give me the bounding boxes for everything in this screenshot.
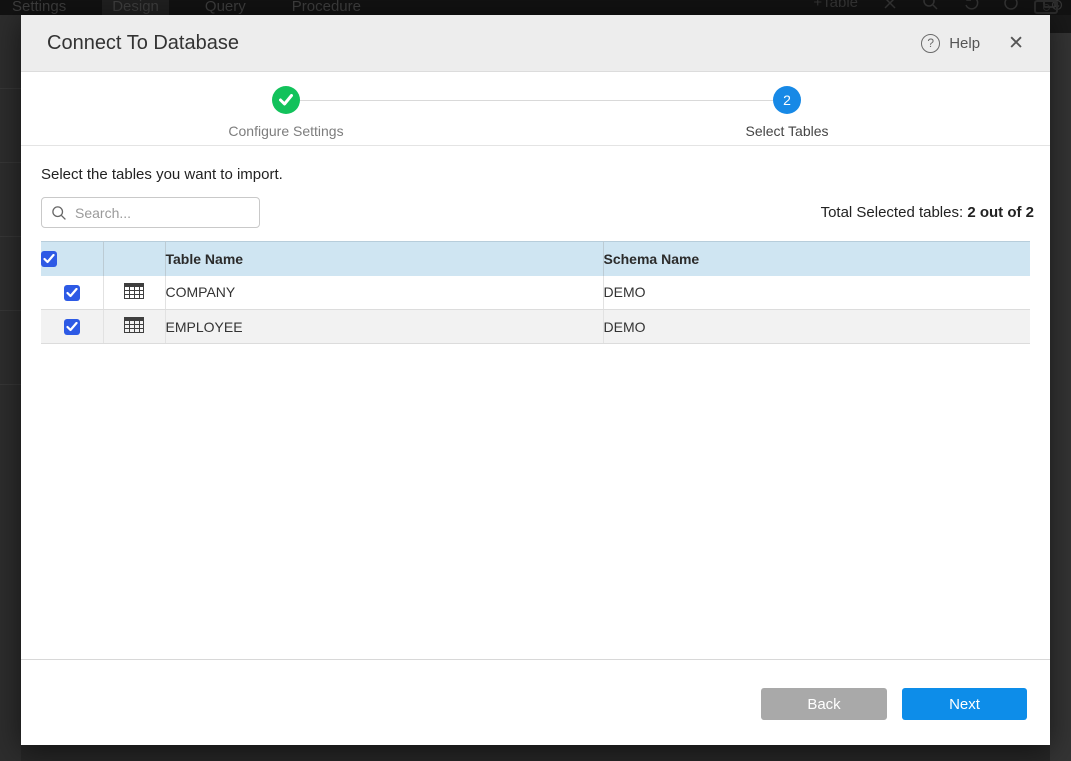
instruction-text: Select the tables you want to import. (41, 166, 283, 183)
table-row[interactable]: COMPANY DEMO (41, 276, 1030, 310)
step-configure-settings-label: Configure Settings (186, 123, 386, 139)
back-button[interactable]: Back (761, 688, 887, 720)
background-tabs: Settings Design Query Procedure (0, 0, 371, 15)
row-icon-cell (103, 310, 165, 344)
step-select-tables: 2 Select Tables (687, 86, 887, 139)
selection-summary-value: 2 out of 2 (967, 204, 1034, 221)
tab-procedure[interactable]: Procedure (282, 0, 371, 15)
search-input-wrap (41, 197, 260, 228)
row-checkbox[interactable] (64, 319, 80, 335)
modal-header-actions: ? Help ✕ (921, 34, 1024, 53)
table-name-cell: EMPLOYEE (165, 310, 603, 344)
modal-title: Connect To Database (47, 32, 239, 55)
row-checkbox[interactable] (64, 285, 80, 301)
step-select-tables-label: Select Tables (687, 123, 887, 139)
step-number-badge: 2 (773, 86, 801, 114)
schema-name-cell: DEMO (603, 276, 1030, 310)
select-all-checkbox[interactable] (41, 251, 57, 267)
selection-summary: Total Selected tables: 2 out of 2 (821, 197, 1034, 228)
background-toolbar: Settings Design Query Procedure +Table (0, 0, 1071, 15)
background-bottom-strip (21, 745, 1050, 761)
header-checkbox-cell (41, 242, 103, 276)
help-question-icon: ? (921, 34, 940, 53)
modal-footer: Back Next (21, 659, 1050, 745)
search-input[interactable] (75, 205, 250, 221)
screenshot-icon[interactable] (1034, 0, 1058, 14)
table-name-cell: COMPANY (165, 276, 603, 310)
table-header-row: Table Name Schema Name (41, 242, 1030, 276)
table-grid-icon (124, 317, 144, 336)
table-row[interactable]: EMPLOYEE DEMO (41, 310, 1030, 344)
stepper: Configure Settings 2 Select Tables (21, 72, 1050, 146)
row-checkbox-cell (41, 276, 103, 310)
next-button[interactable]: Next (902, 688, 1027, 720)
tab-design[interactable]: Design (102, 0, 169, 15)
search-icon (51, 205, 67, 221)
step-configure-settings: Configure Settings (186, 86, 386, 139)
search-icon[interactable] (922, 0, 939, 11)
add-table-button[interactable]: +Table (813, 0, 858, 11)
row-checkbox-cell (41, 310, 103, 344)
tab-query[interactable]: Query (195, 0, 256, 15)
background-toolbar-actions: +Table (813, 0, 1071, 11)
selection-summary-prefix: Total Selected tables: (821, 204, 964, 221)
close-icon[interactable]: ✕ (1008, 34, 1024, 53)
table-grid-icon (124, 283, 144, 302)
modal-header: Connect To Database ? Help ✕ (21, 15, 1050, 72)
screen: Settings Design Query Procedure +Table (0, 0, 1071, 761)
close-diagram-icon[interactable] (882, 0, 898, 11)
tables-list: Table Name Schema Name COMPANY DEMO (41, 241, 1030, 344)
refresh-icon[interactable] (1003, 0, 1019, 11)
header-table-name: Table Name (165, 242, 603, 276)
connect-database-modal: Connect To Database ? Help ✕ Configure S… (21, 15, 1050, 745)
header-schema-name: Schema Name (603, 242, 1030, 276)
background-right-strip (1050, 15, 1071, 761)
undo-icon[interactable] (963, 0, 979, 11)
step-complete-check-icon (272, 86, 300, 114)
row-icon-cell (103, 276, 165, 310)
help-button[interactable]: ? Help (921, 34, 980, 53)
header-icon-cell (103, 242, 165, 276)
schema-name-cell: DEMO (603, 310, 1030, 344)
background-sidebar (0, 15, 21, 761)
tab-settings[interactable]: Settings (2, 0, 76, 15)
help-label: Help (949, 35, 980, 52)
